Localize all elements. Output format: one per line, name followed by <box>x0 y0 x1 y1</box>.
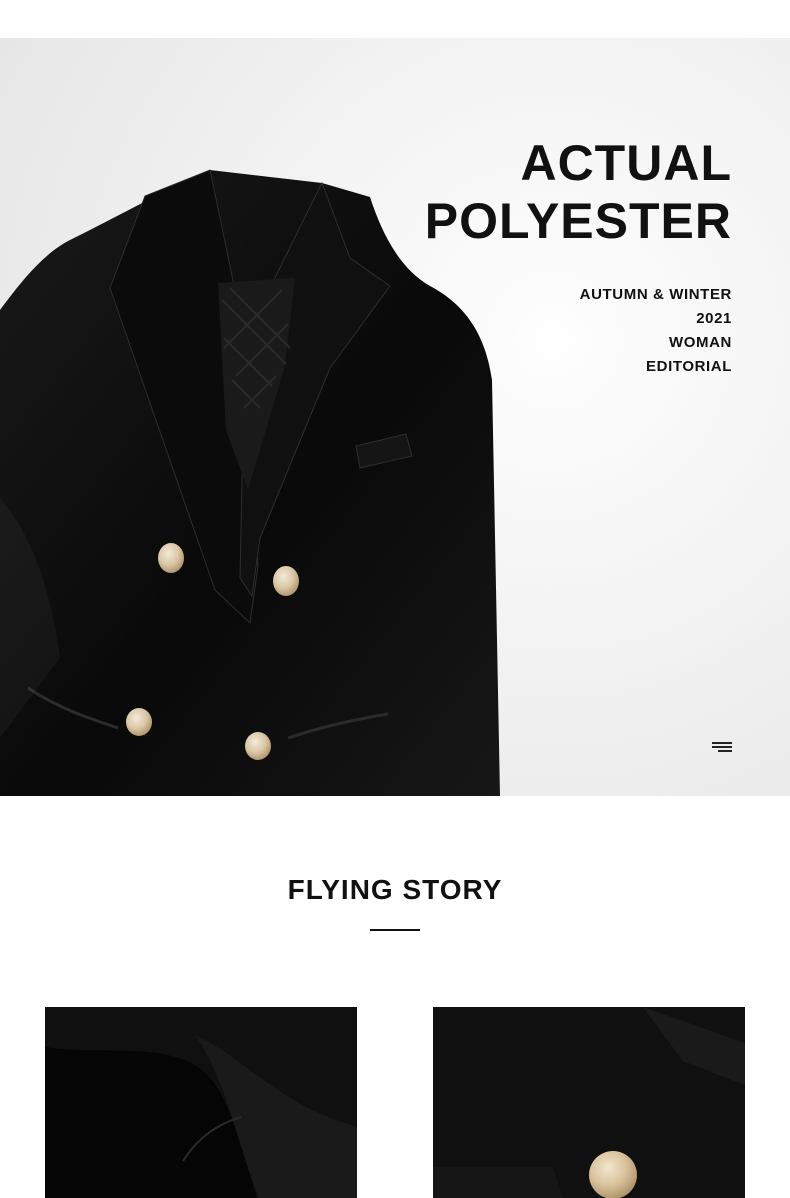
season-label: AUTUMN & WINTER <box>579 286 732 303</box>
hero-subtitle: AUTUMN & WINTER 2021 WOMAN EDITORIAL <box>580 283 732 379</box>
menu-icon-line-top <box>712 742 732 744</box>
menu-icon[interactable] <box>712 742 732 752</box>
menu-icon-line-bottom <box>718 750 732 752</box>
button-detail-graphic <box>433 1007 745 1198</box>
menu-icon-line-middle <box>712 746 732 748</box>
sleeve-detail-graphic <box>45 1007 357 1198</box>
gold-button-1 <box>158 543 184 573</box>
section-divider <box>370 929 420 931</box>
gold-button-4 <box>245 732 271 760</box>
hero-title-line-2: POLYESTER <box>424 193 732 249</box>
editorial-label: EDITORIAL <box>646 358 732 375</box>
detail-image-button <box>433 1007 745 1198</box>
hero-title-line-1: ACTUAL <box>520 135 732 191</box>
hero-banner: ACTUAL POLYESTER AUTUMN & WINTER 2021 WO… <box>0 38 790 796</box>
gold-button-2 <box>273 566 299 596</box>
gold-button-closeup <box>589 1151 637 1198</box>
year-label: 2021 <box>696 310 732 327</box>
category-label: WOMAN <box>669 334 732 351</box>
gold-button-3 <box>126 708 152 736</box>
detail-image-sleeve <box>45 1007 357 1198</box>
section-title: FLYING STORY <box>287 874 503 905</box>
hero-title: ACTUAL POLYESTER <box>425 134 732 250</box>
pocket-flap <box>433 1167 563 1198</box>
